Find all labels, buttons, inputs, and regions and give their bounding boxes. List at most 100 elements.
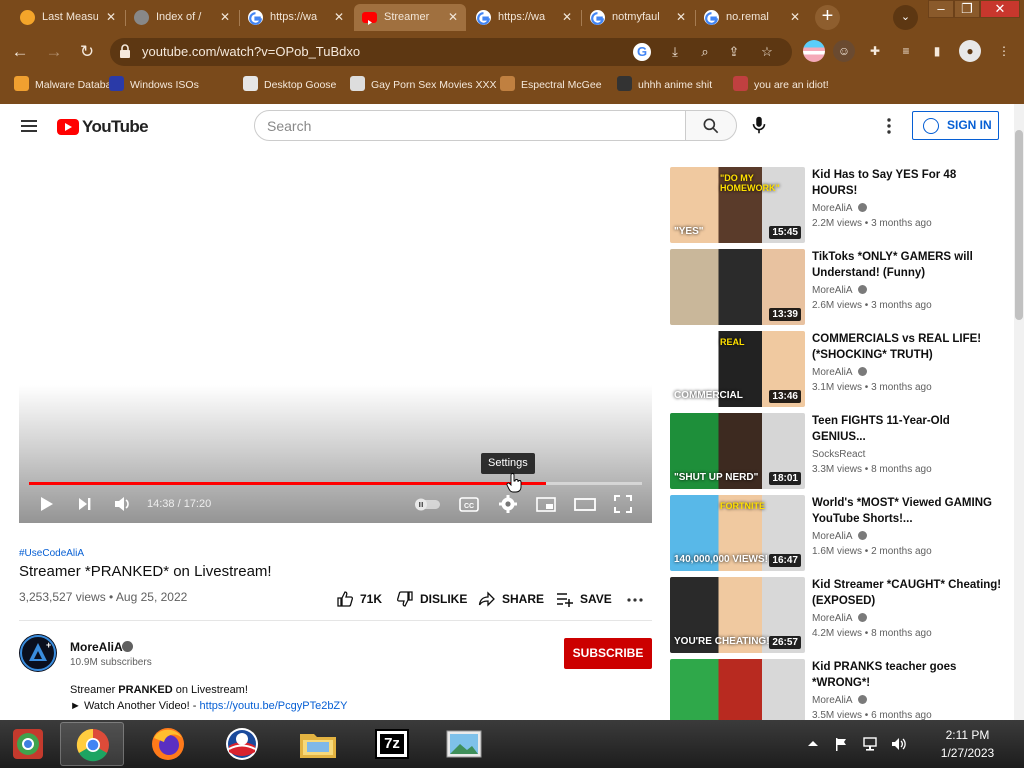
tab-close-icon[interactable]: ✕ — [790, 4, 800, 31]
system-clock[interactable]: 2:11 PM 1/27/2023 — [920, 726, 1015, 762]
search-box[interactable] — [254, 110, 686, 141]
chrome-menu-icon[interactable]: ⋮ — [993, 40, 1015, 62]
action-center-flag-icon[interactable] — [833, 736, 849, 752]
recommended-video[interactable]: "YES" "DO MY HOMEWORK" 15:45 Kid Has to Say… — [670, 167, 1010, 243]
youtube-logo[interactable]: YouTube — [57, 117, 149, 137]
more-options-icon[interactable] — [880, 116, 898, 136]
profile-icon[interactable]: ● — [959, 40, 981, 62]
taskbar-app-firefox[interactable] — [136, 722, 200, 766]
reload-button[interactable]: ↻ — [75, 40, 99, 64]
video-thumbnail[interactable]: COMMERCIAL REAL 13:46 — [670, 331, 805, 407]
new-tab-button[interactable]: + — [815, 5, 840, 30]
video-thumbnail[interactable]: "SHUT UP NERD" 18:01 — [670, 413, 805, 489]
autoplay-toggle[interactable] — [413, 493, 443, 515]
video-thumbnail[interactable]: YOU'RE CHEATING! 26:57 — [670, 577, 805, 653]
recommended-video[interactable]: 13:39 TikToks *ONLY* GAMERS will Understa… — [670, 249, 1010, 325]
search-button[interactable] — [685, 110, 737, 141]
media-controls-icon[interactable]: ≡ — [895, 40, 917, 62]
google-lens-icon[interactable]: G — [633, 43, 651, 61]
url-text[interactable]: youtube.com/watch?v=OPob_TuBdxo — [142, 38, 360, 66]
tab-4[interactable]: Streamer ✕ — [354, 4, 466, 31]
tab-1[interactable]: Last Measu ✕ — [12, 4, 124, 31]
recommended-channel[interactable]: MoreAliA — [812, 367, 867, 378]
description-link[interactable]: https://youtu.be/PcgyPTe2bZY — [200, 700, 348, 712]
tab-search-button[interactable]: ⌄ — [893, 5, 918, 30]
channel-avatar[interactable]: + — [19, 634, 57, 672]
tab-close-icon[interactable]: ✕ — [220, 4, 230, 31]
recommended-video[interactable]: YOU'RE CHEATING! 26:57 Kid Streamer *CAUGH… — [670, 577, 1010, 653]
page-scrollbar[interactable] — [1014, 104, 1024, 720]
video-thumbnail[interactable] — [670, 659, 805, 720]
extension-flag-icon[interactable] — [803, 40, 825, 62]
extension-avatar-icon[interactable]: ☺ — [833, 40, 855, 62]
close-window-button[interactable]: ✕ — [980, 0, 1020, 18]
taskbar-app-7zip[interactable]: 7z — [360, 722, 424, 766]
tab-2[interactable]: Index of / ✕ — [126, 4, 238, 31]
menu-icon[interactable] — [21, 120, 37, 132]
bookmark-2[interactable]: Windows ISOs — [109, 76, 199, 94]
network-icon[interactable] — [862, 736, 878, 752]
taskbar-app-chrome[interactable] — [60, 722, 124, 766]
miniplayer-icon[interactable] — [535, 493, 557, 515]
install-app-icon[interactable]: ⤓ — [666, 43, 684, 61]
speaker-icon[interactable] — [891, 736, 907, 752]
recommended-title[interactable]: Kid PRANKS teacher goes *WRONG*! — [812, 659, 1002, 691]
share-icon[interactable]: ⇪ — [725, 43, 743, 61]
video-hashtag[interactable]: #UseCodeAliA — [19, 548, 84, 559]
bookmark-1[interactable]: Malware Database — [14, 76, 123, 94]
forward-button[interactable]: → — [42, 40, 66, 64]
theater-mode-icon[interactable] — [573, 493, 597, 515]
tab-close-icon[interactable]: ✕ — [448, 4, 458, 31]
tab-close-icon[interactable]: ✕ — [334, 4, 344, 31]
tab-close-icon[interactable]: ✕ — [676, 4, 686, 31]
taskbar-app-photos[interactable] — [432, 722, 496, 766]
recommended-title[interactable]: Kid Streamer *CAUGHT* Cheating! (EXPOSED… — [812, 577, 1002, 609]
side-panel-icon[interactable]: ▮ — [926, 40, 948, 62]
restore-button[interactable]: ❐ — [954, 0, 980, 18]
zoom-icon[interactable]: ⌕ — [696, 43, 714, 61]
taskbar-app-explorer[interactable] — [286, 722, 350, 766]
tab-close-icon[interactable]: ✕ — [562, 4, 572, 31]
volume-icon[interactable] — [113, 493, 133, 515]
tab-5[interactable]: https://wa ✕ — [468, 4, 580, 31]
recommended-title[interactable]: TikToks *ONLY* GAMERS will Understand! (… — [812, 249, 1002, 281]
bookmark-4[interactable]: Gay Porn Sex Movies XXX — [350, 76, 496, 94]
tray-overflow-icon[interactable] — [805, 736, 821, 752]
back-button[interactable]: ← — [8, 40, 32, 64]
bookmark-7[interactable]: you are an idiot! — [733, 76, 829, 94]
recommended-video[interactable]: 140,000,000 VIEWS! FORTNITE 16:47 World's *… — [670, 495, 1010, 571]
recommended-video[interactable]: Kid PRANKS teacher goes *WRONG*! MoreAliA… — [670, 659, 1010, 720]
tab-3[interactable]: https://wa ✕ — [240, 4, 352, 31]
bookmark-3[interactable]: Desktop Goose — [243, 76, 336, 94]
scrollbar-thumb[interactable] — [1015, 130, 1023, 320]
video-player[interactable]: 14:38 / 17:20 CC Settings — [19, 165, 652, 523]
recommended-channel[interactable]: MoreAliA — [812, 285, 867, 296]
recommended-title[interactable]: COMMERCIALS vs REAL LIFE! (*SHOCKING* TR… — [812, 331, 1002, 363]
bookmark-star-icon[interactable]: ☆ — [758, 43, 776, 61]
subscribe-button[interactable]: SUBSCRIBE — [564, 638, 652, 669]
tab-close-icon[interactable]: ✕ — [106, 4, 116, 31]
bookmark-6[interactable]: uhhh anime shit — [617, 76, 712, 94]
recommended-channel[interactable]: MoreAliA — [812, 613, 867, 624]
next-icon[interactable] — [76, 493, 94, 515]
recommended-channel[interactable]: MoreAliA — [812, 531, 867, 542]
more-actions-icon[interactable] — [627, 593, 643, 607]
recommended-title[interactable]: World's *MOST* Viewed GAMING YouTube Sho… — [812, 495, 1002, 527]
extensions-puzzle-icon[interactable]: ✚ — [864, 40, 886, 62]
taskbar-app-obama[interactable] — [210, 722, 274, 766]
progress-bar[interactable] — [29, 482, 642, 485]
bookmark-5[interactable]: Espectral McGee — [500, 76, 602, 94]
recommended-video[interactable]: "SHUT UP NERD" 18:01 Teen FIGHTS 11-Year-O… — [670, 413, 1010, 489]
video-thumbnail[interactable]: "YES" "DO MY HOMEWORK" 15:45 — [670, 167, 805, 243]
recommended-channel[interactable]: MoreAliA — [812, 203, 867, 214]
minimize-button[interactable]: – — [928, 0, 954, 18]
recommended-title[interactable]: Teen FIGHTS 11-Year-Old GENIUS... — [812, 413, 1002, 445]
tab-6[interactable]: notmyfaul ✕ — [582, 4, 694, 31]
fullscreen-icon[interactable] — [612, 493, 634, 515]
sign-in-button[interactable]: SIGN IN — [912, 111, 999, 140]
settings-gear-icon[interactable] — [497, 493, 519, 515]
recommended-channel[interactable]: MoreAliA — [812, 695, 867, 706]
microphone-icon[interactable] — [748, 114, 770, 136]
video-thumbnail[interactable]: 13:39 — [670, 249, 805, 325]
play-icon[interactable] — [38, 493, 56, 515]
